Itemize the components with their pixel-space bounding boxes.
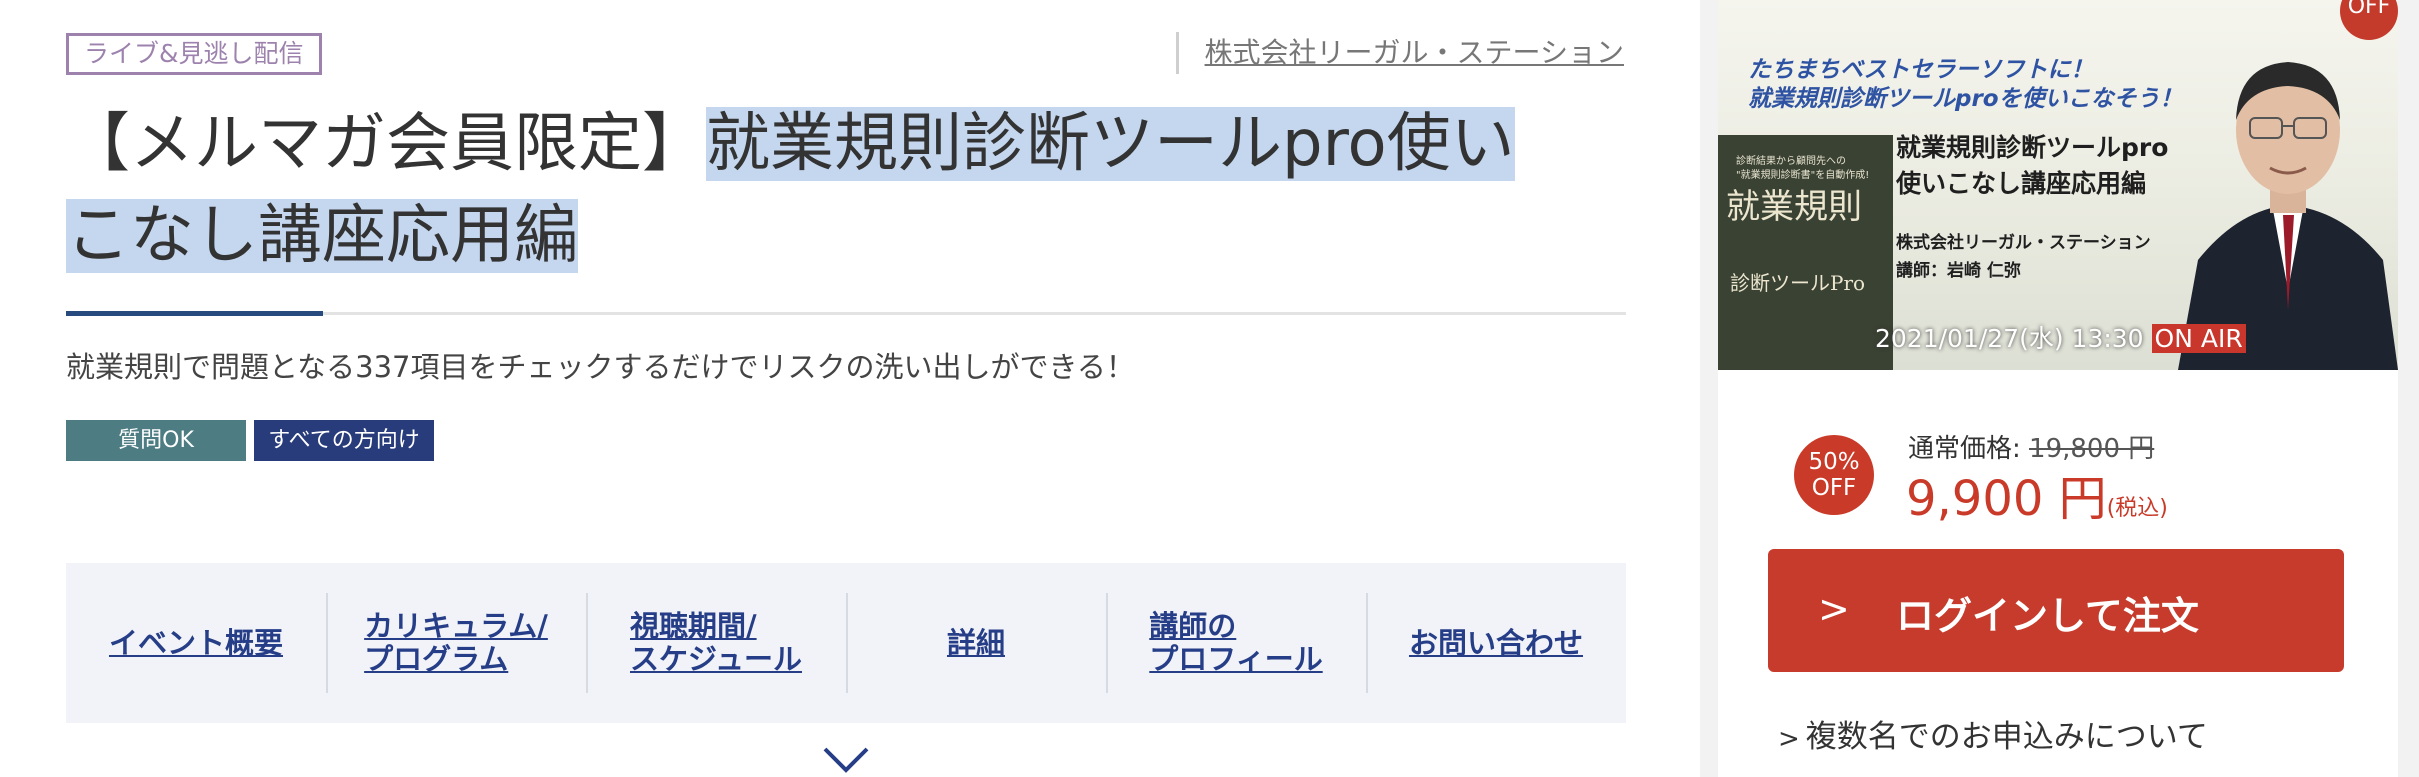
company-link[interactable]: 株式会社リーガル・ステーション: [1175, 32, 1624, 74]
lecturer-photo: [2178, 62, 2398, 370]
nav-link[interactable]: カリキュラム/ プログラム: [364, 610, 548, 676]
nav-link[interactable]: お問い合わせ: [1409, 626, 1583, 660]
book-cover: 診断結果から顧問先への "就業規則診断書"を自動作成! 就業規則 診断ツールPr…: [1718, 135, 1893, 370]
banner-headline: たちまちベストセラーソフトに！ 就業規則診断ツールproを使いこなそう！: [1748, 56, 2183, 114]
banner-headline-line-1: たちまちベストセラーソフトに！: [1748, 57, 2094, 83]
onair-badge: ON AIR: [2151, 324, 2246, 353]
sale-price: 9,900 円(税込): [1906, 459, 2168, 529]
chevron-down-icon[interactable]: [822, 745, 870, 775]
event-banner: たちまちベストセラーソフトに！ 就業規則診断ツールproを使いこなそう！ 診断結…: [1718, 0, 2398, 370]
nav-item-details[interactable]: 詳細: [846, 563, 1106, 723]
purchase-card: たちまちベストセラーソフトに！ 就業規則診断ツールproを使いこなそう！ 診断結…: [1718, 0, 2398, 777]
tag-for-everyone: すべての方向け: [254, 420, 434, 461]
section-nav: イベント概要 カリキュラム/ プログラム 視聴期間/ スケジュール 詳細 講師の…: [66, 563, 1626, 723]
title-highlight-2: こなし講座応用編: [66, 199, 578, 273]
nav-item-schedule[interactable]: 視聴期間/ スケジュール: [586, 563, 846, 723]
discount-percent: 50%: [1808, 449, 1860, 475]
title-divider-accent: [66, 311, 323, 316]
broadcast-datetime: 2021/01/27(水) 13:30: [1875, 324, 2144, 353]
book-subtitle-line-2: "就業規則診断書"を自動作成!: [1736, 170, 1870, 181]
nav-link[interactable]: 詳細: [947, 626, 1005, 660]
nav-link[interactable]: 講師の プロフィール: [1149, 610, 1322, 676]
banner-title-line-1: 就業規則診断ツールpro: [1896, 133, 2169, 162]
nav-item-curriculum[interactable]: カリキュラム/ プログラム: [326, 563, 586, 723]
banner-headline-line-2: 就業規則診断ツールproを使いこなそう！: [1748, 86, 2183, 112]
title-prefix: 【メルマガ会員限定】: [66, 107, 706, 181]
book-subtitle: 診断結果から顧問先への "就業規則診断書"を自動作成!: [1736, 155, 1869, 183]
banner-company: 株式会社リーガル・ステーション: [1896, 233, 2151, 253]
tax-label: (税込): [2106, 496, 2168, 521]
chevron-right-icon: >: [1778, 724, 1800, 754]
event-main: ライブ&見逃し配信 株式会社リーガル・ステーション 【メルマガ会員限定】就業規則…: [0, 0, 1700, 777]
purchase-sidebar: たちまちベストセラーソフトに！ 就業規則診断ツールproを使いこなそう！ 診断結…: [1700, 0, 2419, 777]
login-order-label: ログインして注文: [1896, 594, 2199, 638]
multi-applicant-link[interactable]: > 複数名でのお申込みについて: [1778, 711, 2208, 756]
banner-title-line-2: 使いこなし講座応用編: [1896, 169, 2147, 198]
tag-question-ok: 質問OK: [66, 420, 246, 461]
book-subtitle-line-1: 診断結果から顧問先への: [1736, 156, 1846, 167]
page-title: 【メルマガ会員限定】就業規則診断ツールpro使いこなし講座応用編: [66, 98, 1626, 282]
title-highlight-1: 就業規則診断ツールpro使い: [706, 107, 1515, 181]
discount-off: OFF: [1811, 475, 1857, 501]
book-title: 就業規則: [1726, 187, 1862, 227]
banner-title: 就業規則診断ツールpro 使いこなし講座応用編: [1896, 130, 2168, 202]
multi-applicant-label: 複数名でのお申込みについて: [1805, 719, 2208, 755]
event-subtitle: 就業規則で問題となる337項目をチェックするだけでリスクの洗い出しができる！: [66, 350, 1135, 384]
broadcast-date: 2021/01/27(水) 13:30 ON AIR: [1875, 319, 2246, 355]
delivery-badge: ライブ&見逃し配信: [66, 33, 322, 75]
nav-item-contact[interactable]: お問い合わせ: [1366, 563, 1626, 723]
nav-link[interactable]: イベント概要: [109, 626, 283, 660]
nav-item-lecturer-profile[interactable]: 講師の プロフィール: [1106, 563, 1366, 723]
chevron-right-icon: >: [1818, 587, 1850, 631]
login-order-button[interactable]: > ログインして注文: [1768, 549, 2344, 672]
nav-item-overview[interactable]: イベント概要: [66, 563, 326, 723]
sale-price-value: 9,900 円: [1906, 471, 2107, 527]
nav-link[interactable]: 視聴期間/ スケジュール: [630, 610, 802, 676]
banner-lecturer: 講師：岩崎 仁弥: [1896, 261, 2021, 281]
book-title-2: 診断ツールPro: [1730, 271, 1866, 295]
discount-badge: 50% OFF: [1794, 435, 1874, 515]
